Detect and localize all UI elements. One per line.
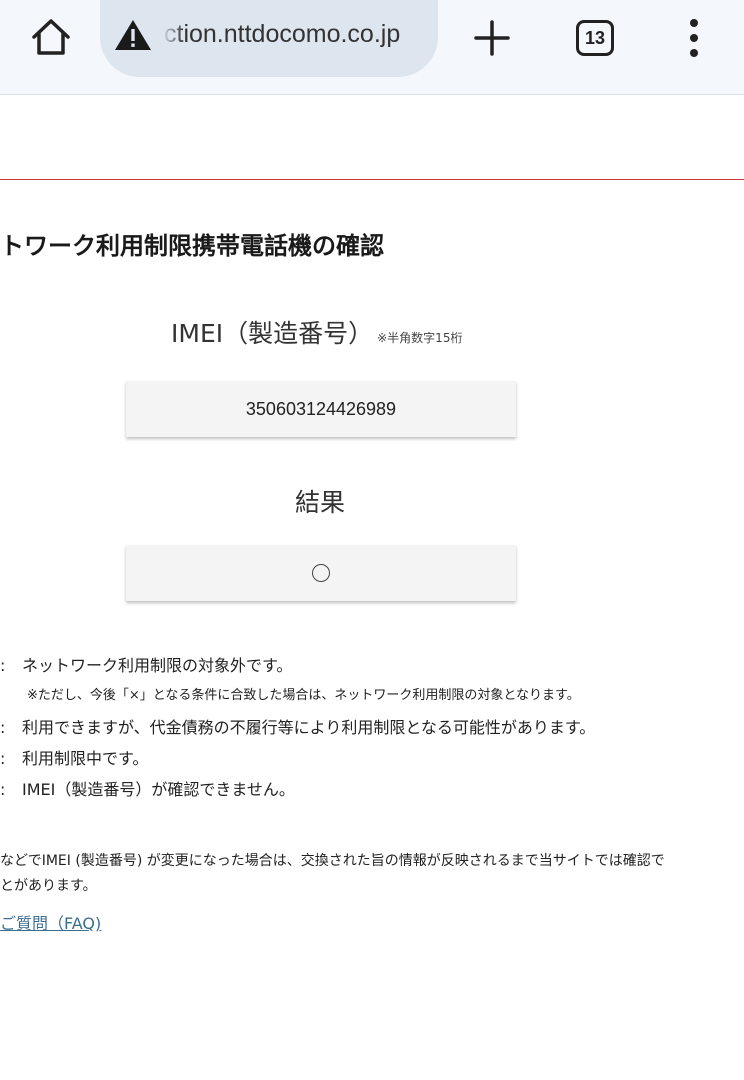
legend-text: ネットワーク利用制限の対象外です。 — [22, 656, 293, 675]
legend-text: IMEI（製造番号）が確認できません。 — [22, 780, 295, 799]
tab-switcher-button[interactable]: 13 — [576, 20, 614, 56]
legend-colon: : — [0, 780, 6, 799]
result-circle-icon — [312, 564, 330, 582]
legend-item-possible-restriction: : 利用できますが、代金債務の不履行等により利用制限となる可能性があります。 — [0, 714, 595, 738]
legend-colon: : — [0, 749, 6, 768]
faq-link[interactable]: ご質問（FAQ) — [0, 910, 101, 934]
legend-note: ※ただし、今後「×」となる条件に合致した場合は、ネットワーク利用制限の対象となり… — [27, 688, 580, 703]
legend-text: 利用制限中です。 — [22, 749, 149, 768]
address-bar[interactable]: ction.nttdocomo.co.jp — [100, 0, 438, 77]
imei-format-note: ※半角数字15桁 — [377, 331, 463, 345]
result-display — [126, 545, 516, 601]
header-divider — [0, 179, 744, 180]
legend-colon: : — [0, 718, 6, 737]
url-fade — [162, 18, 184, 54]
legend-colon: : — [0, 656, 6, 675]
notice-line-2: とがあります。 — [0, 878, 97, 894]
imei-label: IMEI（製造番号） ※半角数字15桁 — [171, 314, 462, 350]
legend-item-restricted: : 利用制限中です。 — [0, 745, 148, 769]
imei-label-text: IMEI（製造番号） — [171, 319, 374, 348]
browser-toolbar: ction.nttdocomo.co.jp 13 — [0, 0, 744, 95]
legend-item-not-restricted: : ネットワーク利用制限の対象外です。 — [0, 652, 292, 676]
new-tab-plus-icon[interactable] — [470, 16, 514, 60]
imei-input-field[interactable]: 350603124426989 — [126, 381, 516, 437]
url-text[interactable]: ction.nttdocomo.co.jp — [164, 20, 426, 49]
not-secure-warning-icon[interactable] — [114, 18, 152, 52]
result-label: 結果 — [295, 488, 346, 517]
legend-text: 利用できますが、代金債務の不履行等により利用制限となる可能性があります。 — [22, 718, 596, 737]
notice-line-1: などでIMEI (製造番号) が変更になった場合は、交換された旨の情報が反映され… — [0, 853, 665, 869]
legend-item-unknown: : IMEI（製造番号）が確認できません。 — [0, 776, 295, 800]
home-icon[interactable] — [28, 15, 74, 61]
page-title: トワーク利用制限携帯電話機の確認 — [0, 232, 384, 260]
more-menu-icon[interactable] — [682, 16, 706, 60]
